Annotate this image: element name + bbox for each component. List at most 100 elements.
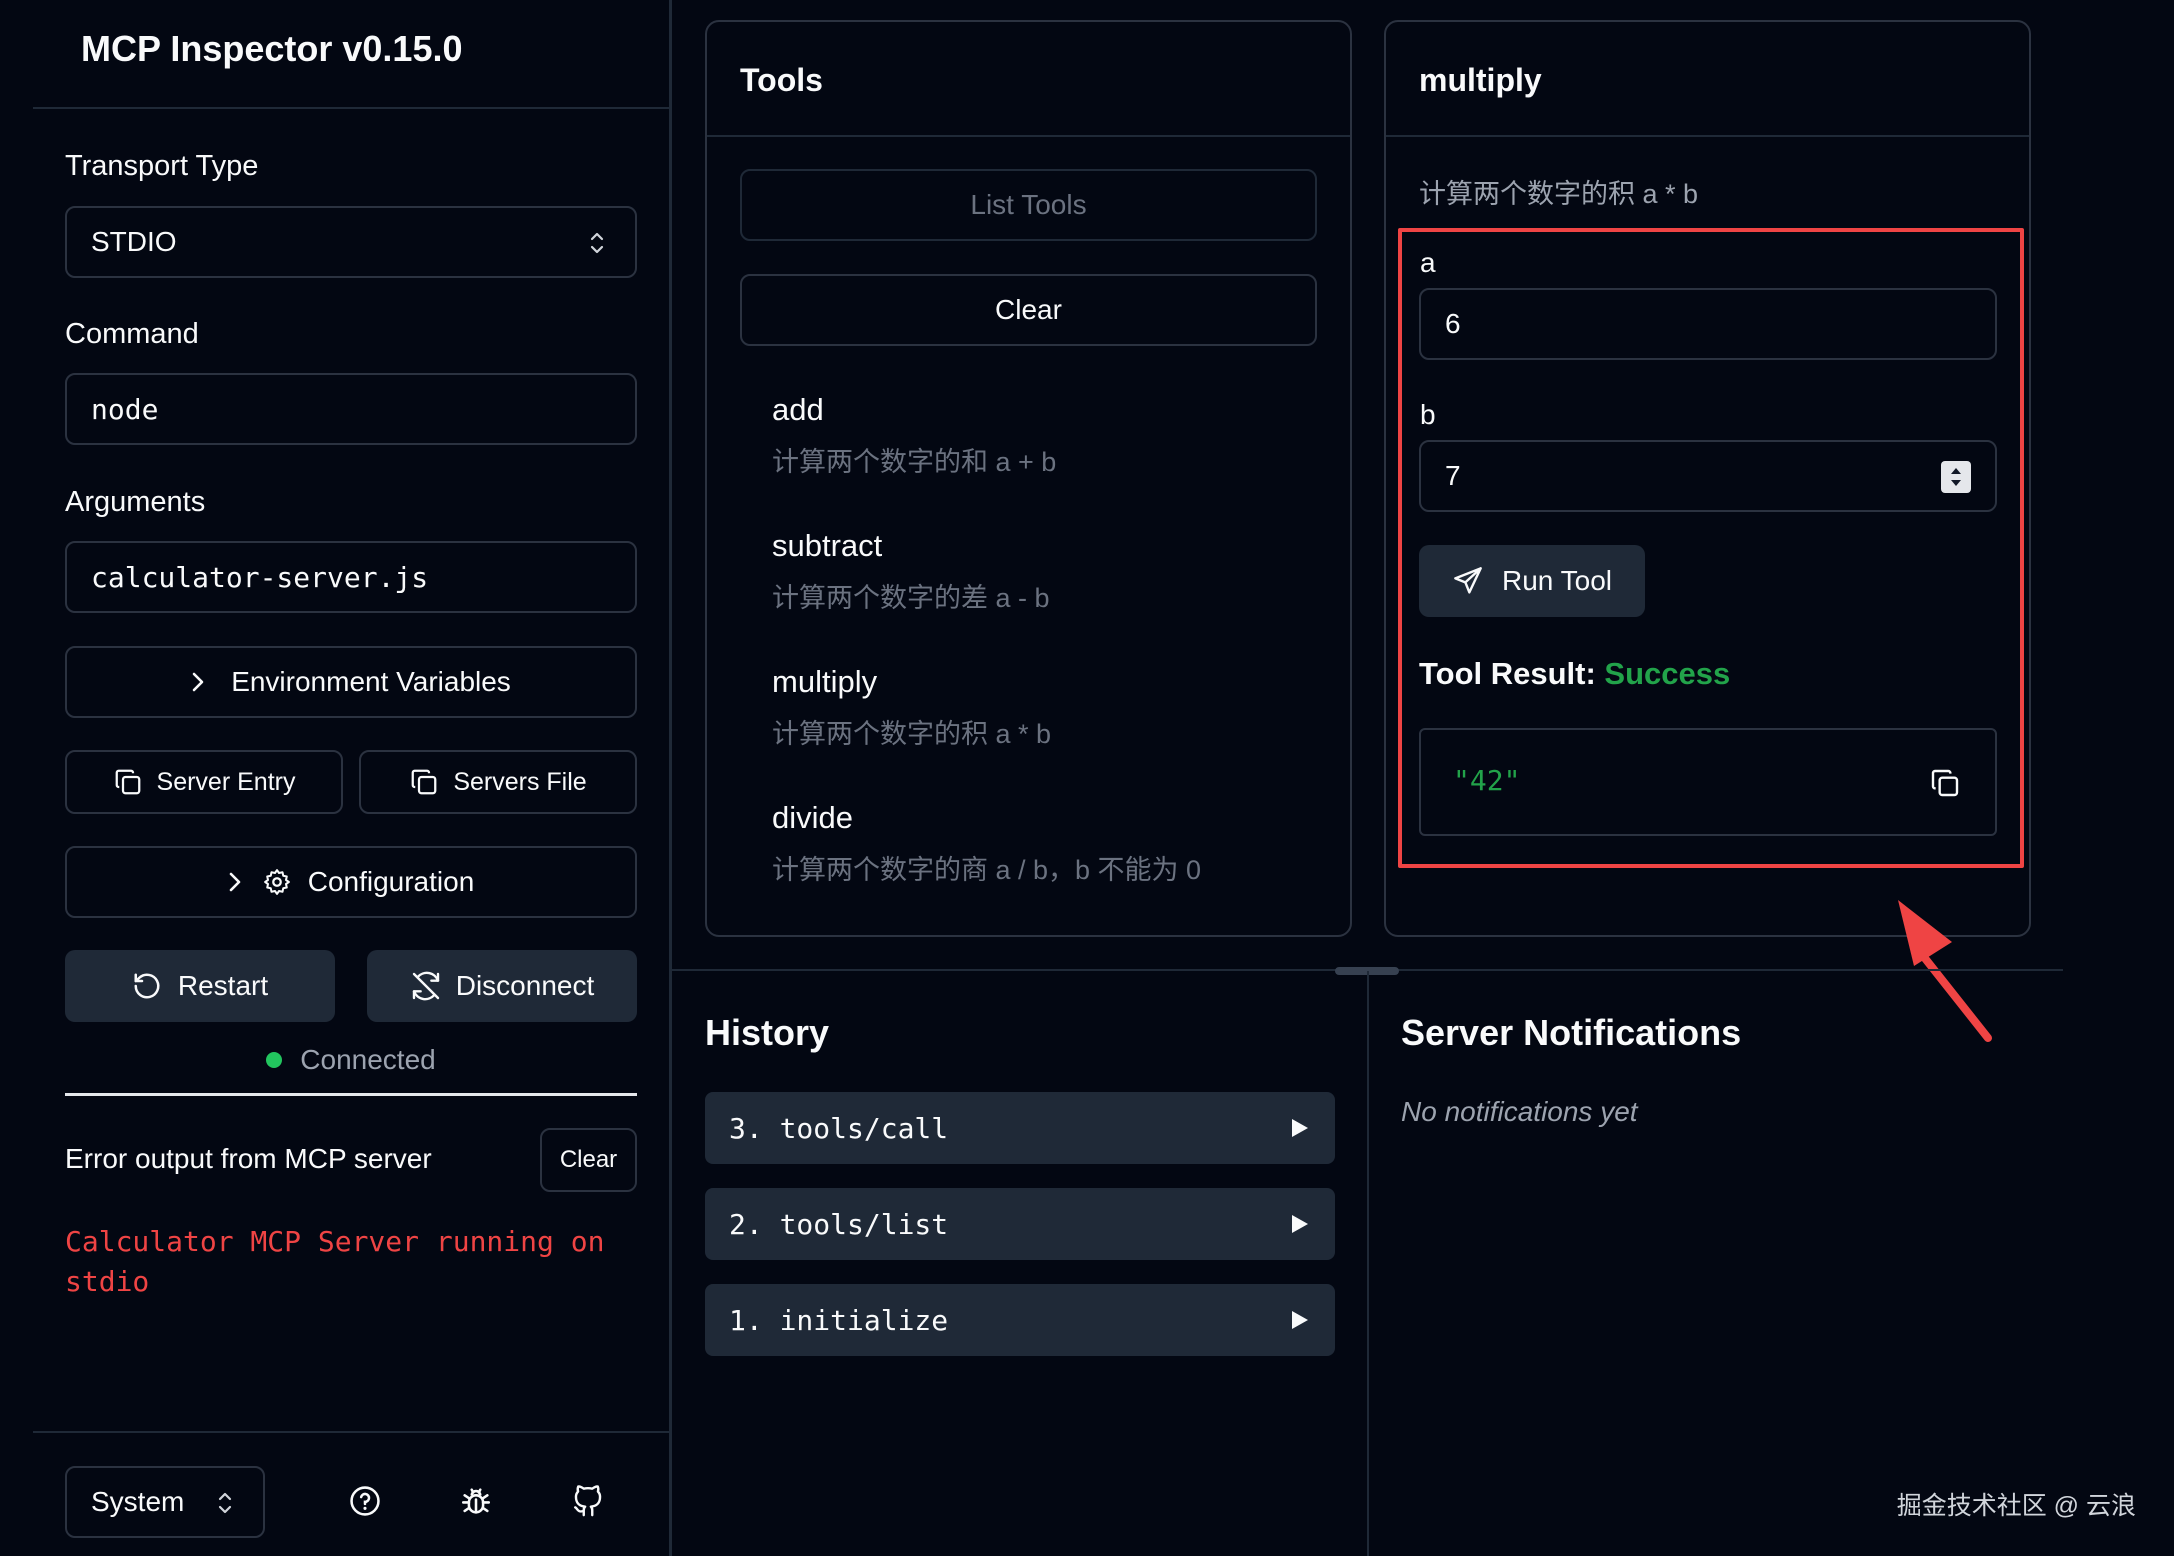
disconnect-button[interactable]: Disconnect: [367, 950, 637, 1022]
tool-item-add[interactable]: add 计算两个数字的和 a + b: [740, 392, 1317, 512]
copy-result-icon[interactable]: [1929, 767, 1961, 799]
copy-icon: [113, 767, 143, 797]
notifications-empty-text: No notifications yet: [1401, 1096, 1638, 1127]
github-icon[interactable]: [571, 1484, 605, 1518]
bottom-vertical-divider: [1367, 971, 1369, 1556]
restart-button[interactable]: Restart: [65, 950, 335, 1022]
configuration-button[interactable]: Configuration: [65, 846, 637, 918]
disconnect-label: Disconnect: [455, 970, 595, 1001]
environment-variables-label: Environment Variables: [231, 666, 511, 697]
history-item-label: 2. tools/list: [729, 1207, 949, 1241]
tool-item-multiply[interactable]: multiply 计算两个数字的积 a * b: [740, 664, 1317, 784]
tool-result-heading: Tool Result: Success: [1419, 656, 1730, 692]
sidebar-footer-divider: [33, 1431, 672, 1433]
app-title: MCP Inspector v0.15.0: [81, 28, 463, 69]
watermark: 掘金技术社区 @ 云浪: [1896, 1492, 2136, 1520]
history-title: History: [705, 1012, 830, 1053]
chevron-right-icon: [228, 871, 242, 893]
param-a-label: a: [1420, 247, 1436, 278]
rotate-ccw-icon: [132, 971, 162, 1001]
servers-file-button[interactable]: Servers File: [359, 750, 637, 814]
help-icon[interactable]: [348, 1484, 382, 1518]
arguments-input[interactable]: calculator-server.js: [65, 541, 637, 613]
refresh-off-icon: [410, 970, 442, 1002]
command-input[interactable]: node: [65, 373, 637, 445]
number-stepper-icon[interactable]: [1941, 461, 1971, 493]
status-text: Connected: [300, 1044, 436, 1075]
sidebar: MCP Inspector v0.15.0 Transport Type STD…: [0, 0, 672, 1556]
tool-result-label: Tool Result:: [1419, 656, 1596, 691]
history-item-label: 3. tools/call: [729, 1111, 949, 1145]
theme-value: System: [91, 1486, 185, 1517]
play-triangle-icon: [1291, 1118, 1309, 1138]
bug-icon[interactable]: [459, 1484, 493, 1518]
tool-item-name: add: [772, 392, 824, 427]
history-item[interactable]: 2. tools/list: [705, 1188, 1335, 1260]
list-tools-label: List Tools: [970, 189, 1087, 220]
history-item[interactable]: 1. initialize: [705, 1284, 1335, 1356]
tool-item-subtract[interactable]: subtract 计算两个数字的差 a - b: [740, 528, 1317, 648]
tool-item-description: 计算两个数字的差 a - b: [772, 583, 1050, 613]
play-triangle-icon: [1291, 1310, 1309, 1330]
tool-item-description: 计算两个数字的积 a * b: [772, 719, 1052, 749]
tools-panel-divider: [707, 135, 1350, 137]
tool-detail-panel: multiply 计算两个数字的积 a * b a 6 b 7 Run Tool…: [1384, 20, 2031, 937]
list-tools-button[interactable]: List Tools: [740, 169, 1317, 241]
notifications-title: Server Notifications: [1401, 1012, 1742, 1053]
param-b-value: 7: [1445, 460, 1461, 491]
environment-variables-button[interactable]: Environment Variables: [65, 646, 637, 718]
tool-item-divide[interactable]: divide 计算两个数字的商 a / b，b 不能为 0: [740, 800, 1317, 920]
tool-result-status: Success: [1604, 656, 1731, 691]
param-a-value: 6: [1445, 308, 1461, 339]
select-chevrons-icon: [589, 230, 605, 256]
status-divider: [65, 1093, 637, 1096]
history-item-label: 1. initialize: [729, 1303, 949, 1337]
tools-clear-button[interactable]: Clear: [740, 274, 1317, 346]
transport-type-select[interactable]: STDIO: [65, 206, 637, 278]
chevron-right-icon: [191, 671, 205, 693]
tool-item-name: multiply: [772, 664, 878, 699]
history-item[interactable]: 3. tools/call: [705, 1092, 1335, 1164]
tools-panel-title: Tools: [740, 62, 823, 98]
theme-select[interactable]: System: [65, 1466, 265, 1538]
tool-item-name: subtract: [772, 528, 883, 563]
tool-item-description: 计算两个数字的和 a + b: [772, 447, 1057, 477]
tool-item-description: 计算两个数字的商 a / b，b 不能为 0: [772, 855, 1202, 885]
error-output-text: Calculator MCP Server running on stdio: [65, 1225, 605, 1298]
transport-type-value: STDIO: [91, 226, 177, 257]
error-clear-label: Clear: [559, 1146, 618, 1173]
tool-detail-title: multiply: [1419, 62, 1542, 98]
tool-detail-divider: [1386, 135, 2029, 137]
connection-status: Connected: [0, 1040, 702, 1080]
server-entry-button[interactable]: Server Entry: [65, 750, 343, 814]
tools-panel: Tools List Tools Clear add 计算两个数字的和 a + …: [705, 20, 1352, 937]
param-b-label: b: [1420, 399, 1436, 430]
command-value: node: [91, 392, 159, 426]
tool-result-box: "42": [1419, 728, 1997, 836]
transport-type-label: Transport Type: [65, 150, 259, 182]
gear-icon: [262, 867, 292, 897]
error-output-label: Error output from MCP server: [65, 1143, 432, 1174]
server-entry-label: Server Entry: [156, 767, 296, 796]
send-icon: [1452, 565, 1484, 597]
select-chevrons-icon: [217, 1490, 233, 1516]
configuration-label: Configuration: [307, 866, 475, 897]
arguments-label: Arguments: [65, 486, 206, 518]
servers-file-label: Servers File: [453, 767, 587, 796]
play-triangle-icon: [1291, 1214, 1309, 1234]
status-dot: [266, 1052, 283, 1068]
run-tool-label: Run Tool: [1501, 565, 1612, 596]
tools-clear-label: Clear: [995, 294, 1062, 325]
param-a-input[interactable]: 6: [1419, 288, 1997, 360]
param-b-input[interactable]: 7: [1419, 440, 1997, 512]
error-clear-button[interactable]: Clear: [540, 1128, 637, 1192]
arguments-value: calculator-server.js: [91, 560, 429, 594]
run-tool-button[interactable]: Run Tool: [1419, 545, 1645, 617]
tool-item-name: divide: [772, 800, 853, 835]
sidebar-border: [669, 0, 672, 1556]
tool-detail-description: 计算两个数字的积 a * b: [1419, 179, 1699, 209]
copy-icon: [409, 767, 439, 797]
sidebar-title-divider: [33, 107, 672, 109]
notifications-panel: Server Notifications No notifications ye…: [1401, 1000, 2101, 1300]
command-label: Command: [65, 318, 199, 350]
